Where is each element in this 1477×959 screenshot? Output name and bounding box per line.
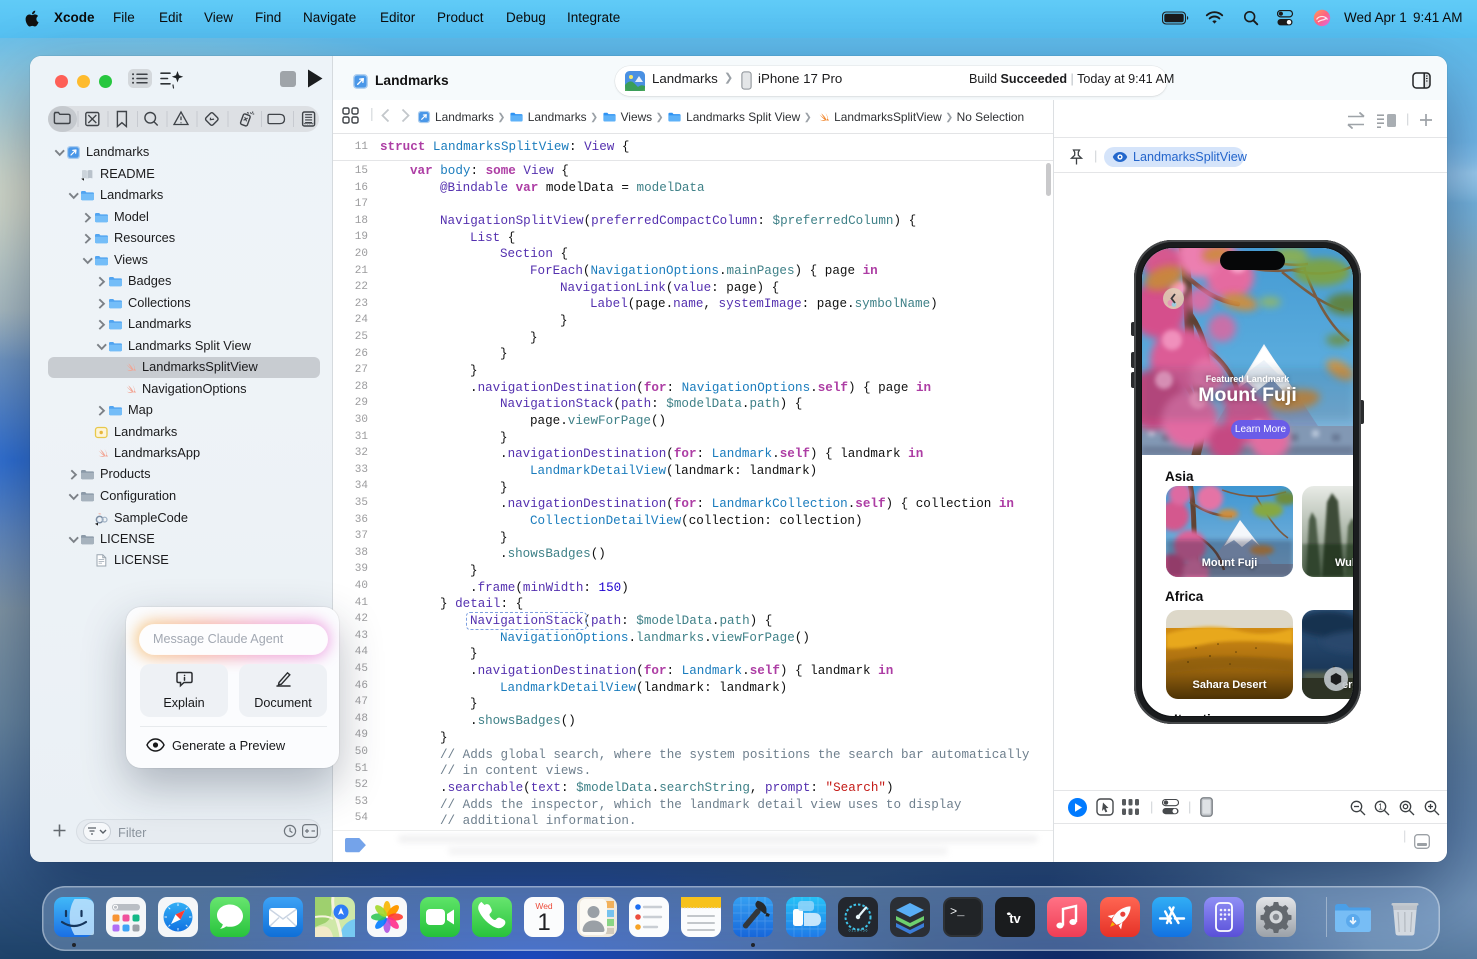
svg-text:tv: tv xyxy=(1009,911,1021,926)
svg-text:1: 1 xyxy=(1378,802,1383,811)
svg-text:1: 1 xyxy=(538,909,551,936)
svg-text:>_: >_ xyxy=(950,905,965,919)
svg-text:0 1 2 3 4 5 6: 0 1 2 3 4 5 6 xyxy=(849,929,868,933)
